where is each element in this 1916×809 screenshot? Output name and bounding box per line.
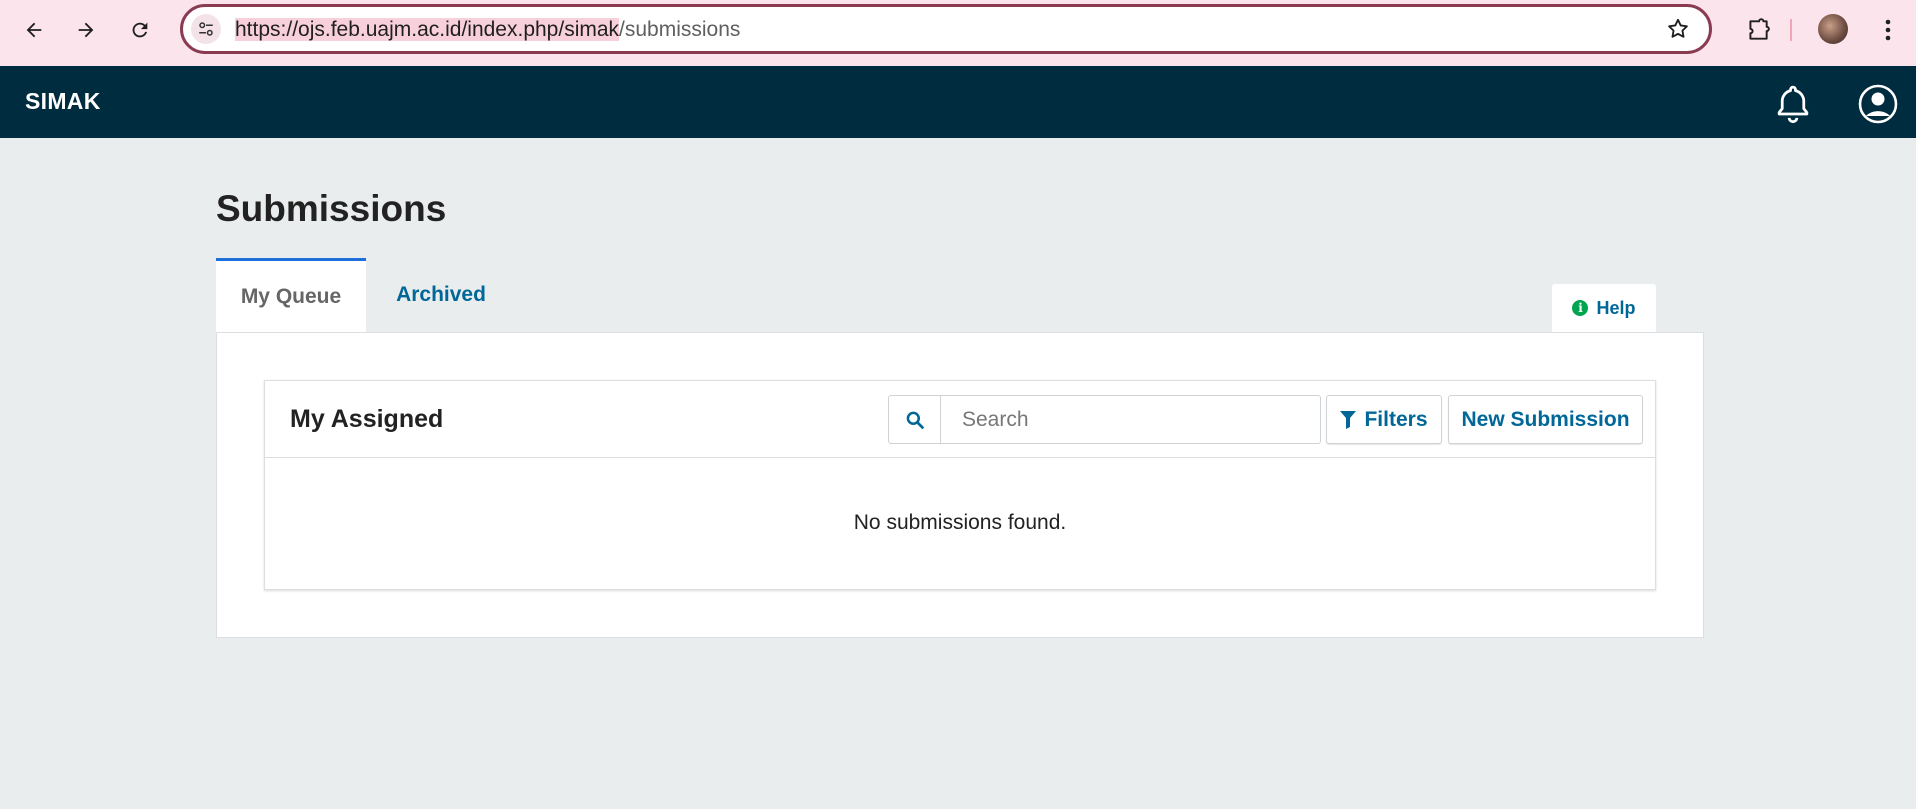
profile-avatar[interactable] [1818,14,1848,44]
page-title: Submissions [216,188,447,229]
site-brand[interactable]: SIMAK [25,88,101,115]
tab-my-queue[interactable]: My Queue [216,258,366,332]
arrow-right-icon [78,22,94,38]
filters-label: Filters [1364,407,1428,431]
user-account-icon[interactable] [1858,84,1898,124]
url-path: /submissions [619,18,741,41]
submissions-list-panel: My Assigned Filters New Submission No su… [264,380,1656,590]
search-icon [906,411,924,429]
list-panel-header: My Assigned Filters New Submission [265,381,1655,458]
forward-button[interactable] [66,10,106,50]
back-button[interactable] [14,10,54,50]
arrow-left-icon [26,22,42,38]
more-vertical-icon [1885,19,1891,41]
search-button[interactable] [889,396,941,443]
search-input[interactable] [942,396,1318,443]
puzzle-icon [1749,18,1770,40]
browser-menu-button[interactable] [1868,10,1908,50]
toolbar-separator [1790,19,1792,41]
address-bar[interactable]: https://ojs.feb.uajm.ac.id/index.php/sim… [180,4,1712,54]
new-submission-button[interactable]: New Submission [1448,395,1643,444]
app-header: SIMAK [0,66,1916,138]
site-info-icon[interactable] [191,14,221,44]
extensions-button[interactable] [1738,10,1778,50]
reload-button[interactable] [120,10,160,50]
bookmark-star-icon[interactable] [1665,16,1691,47]
info-icon: i [1572,300,1589,316]
reload-icon [132,22,148,38]
empty-state-message: No submissions found. [853,511,1067,534]
filter-icon [1340,410,1357,429]
notifications-bell-icon[interactable] [1774,84,1812,124]
url-host: https://ojs.feb.uajm.ac.id/index.php/sim… [235,18,620,41]
url-text: https://ojs.feb.uajm.ac.id/index.php/sim… [235,18,740,42]
filters-button[interactable]: Filters [1326,395,1442,444]
browser-toolbar: https://ojs.feb.uajm.ac.id/index.php/sim… [0,0,1916,66]
help-button[interactable]: i Help [1552,284,1656,332]
help-label: Help [1596,297,1636,318]
tab-archived[interactable]: Archived [378,258,504,332]
search-field [888,395,1321,444]
list-title: My Assigned [290,405,444,433]
